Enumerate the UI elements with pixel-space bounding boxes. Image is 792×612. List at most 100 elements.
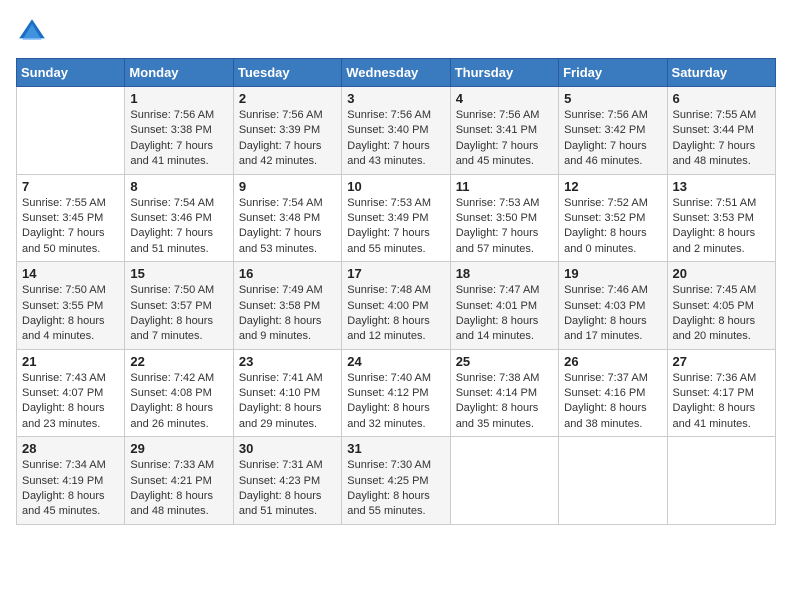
day-number: 21 xyxy=(22,354,119,369)
calendar-week-row: 1 Sunrise: 7:56 AMSunset: 3:38 PMDaylight… xyxy=(17,87,776,175)
day-info: Sunrise: 7:55 AMSunset: 3:44 PMDaylight:… xyxy=(673,108,770,170)
day-info: Sunrise: 7:56 AMSunset: 3:42 PMDaylight:… xyxy=(564,108,661,170)
day-info: Sunrise: 7:50 AMSunset: 3:57 PMDaylight:… xyxy=(130,283,227,345)
day-info: Sunrise: 7:56 AMSunset: 3:40 PMDaylight:… xyxy=(347,108,444,170)
day-number: 16 xyxy=(239,266,336,281)
calendar-cell: 18Sunrise: 7:47 AMSunset: 4:01 PMDayligh… xyxy=(450,262,558,350)
calendar-cell xyxy=(667,437,775,525)
header-day-tuesday: Tuesday xyxy=(233,59,341,87)
day-info: Sunrise: 7:43 AMSunset: 4:07 PMDaylight:… xyxy=(22,371,119,433)
calendar-cell: 24 Sunrise: 7:40 AMSunset: 4:12 PMDayligh… xyxy=(342,349,450,437)
day-number: 5 xyxy=(564,91,661,106)
calendar-cell: 1 Sunrise: 7:56 AMSunset: 3:38 PMDaylight… xyxy=(125,87,233,175)
calendar-cell: 26 Sunrise: 7:37 AMSunset: 4:16 PMDayligh… xyxy=(559,349,667,437)
day-info: Sunrise: 7:48 AMSunset: 4:00 PMDaylight:… xyxy=(347,283,444,345)
day-info: Sunrise: 7:45 AMSunset: 4:05 PMDaylight:… xyxy=(673,283,770,345)
calendar-cell: 3 Sunrise: 7:56 AMSunset: 3:40 PMDaylight… xyxy=(342,87,450,175)
calendar-cell: 12 Sunrise: 7:52 AMSunset: 3:52 PMDayligh… xyxy=(559,174,667,262)
calendar-cell: 9 Sunrise: 7:54 AMSunset: 3:48 PMDaylight… xyxy=(233,174,341,262)
day-number: 31 xyxy=(347,441,444,456)
calendar-week-row: 28 Sunrise: 7:34 AMSunset: 4:19 PMDayligh… xyxy=(17,437,776,525)
calendar-cell: 19 Sunrise: 7:46 AMSunset: 4:03 PMDayligh… xyxy=(559,262,667,350)
day-number: 19 xyxy=(564,266,661,281)
calendar-cell: 30 Sunrise: 7:31 AMSunset: 4:23 PMDayligh… xyxy=(233,437,341,525)
header xyxy=(16,16,776,48)
calendar-cell: 5 Sunrise: 7:56 AMSunset: 3:42 PMDaylight… xyxy=(559,87,667,175)
calendar-cell: 31 Sunrise: 7:30 AMSunset: 4:25 PMDayligh… xyxy=(342,437,450,525)
logo xyxy=(16,16,52,48)
day-info: Sunrise: 7:53 AMSunset: 3:50 PMDaylight:… xyxy=(456,196,553,258)
day-info: Sunrise: 7:31 AMSunset: 4:23 PMDaylight:… xyxy=(239,458,336,520)
day-number: 3 xyxy=(347,91,444,106)
day-info: Sunrise: 7:55 AMSunset: 3:45 PMDaylight:… xyxy=(22,196,119,258)
calendar-cell: 10 Sunrise: 7:53 AMSunset: 3:49 PMDayligh… xyxy=(342,174,450,262)
day-info: Sunrise: 7:49 AMSunset: 3:58 PMDaylight:… xyxy=(239,283,336,345)
header-day-thursday: Thursday xyxy=(450,59,558,87)
day-number: 28 xyxy=(22,441,119,456)
day-number: 2 xyxy=(239,91,336,106)
day-number: 20 xyxy=(673,266,770,281)
calendar-cell: 16 Sunrise: 7:49 AMSunset: 3:58 PMDayligh… xyxy=(233,262,341,350)
day-info: Sunrise: 7:38 AMSunset: 4:14 PMDaylight:… xyxy=(456,371,553,433)
calendar-cell: 7 Sunrise: 7:55 AMSunset: 3:45 PMDaylight… xyxy=(17,174,125,262)
day-number: 15 xyxy=(130,266,227,281)
day-number: 7 xyxy=(22,179,119,194)
day-number: 22 xyxy=(130,354,227,369)
day-info: Sunrise: 7:46 AMSunset: 4:03 PMDaylight:… xyxy=(564,283,661,345)
day-number: 30 xyxy=(239,441,336,456)
calendar-cell xyxy=(450,437,558,525)
calendar-cell: 20 Sunrise: 7:45 AMSunset: 4:05 PMDayligh… xyxy=(667,262,775,350)
calendar-cell: 25Sunrise: 7:38 AMSunset: 4:14 PMDayligh… xyxy=(450,349,558,437)
calendar-cell: 17Sunrise: 7:48 AMSunset: 4:00 PMDayligh… xyxy=(342,262,450,350)
day-info: Sunrise: 7:56 AMSunset: 3:41 PMDaylight:… xyxy=(456,108,553,170)
day-info: Sunrise: 7:30 AMSunset: 4:25 PMDaylight:… xyxy=(347,458,444,520)
day-number: 13 xyxy=(673,179,770,194)
day-number: 8 xyxy=(130,179,227,194)
day-info: Sunrise: 7:34 AMSunset: 4:19 PMDaylight:… xyxy=(22,458,119,520)
day-info: Sunrise: 7:54 AMSunset: 3:48 PMDaylight:… xyxy=(239,196,336,258)
day-info: Sunrise: 7:37 AMSunset: 4:16 PMDaylight:… xyxy=(564,371,661,433)
day-number: 26 xyxy=(564,354,661,369)
day-info: Sunrise: 7:40 AMSunset: 4:12 PMDaylight:… xyxy=(347,371,444,433)
day-info: Sunrise: 7:52 AMSunset: 3:52 PMDaylight:… xyxy=(564,196,661,258)
day-info: Sunrise: 7:51 AMSunset: 3:53 PMDaylight:… xyxy=(673,196,770,258)
calendar-cell: 4 Sunrise: 7:56 AMSunset: 3:41 PMDaylight… xyxy=(450,87,558,175)
day-number: 18 xyxy=(456,266,553,281)
calendar-table: SundayMondayTuesdayWednesdayThursdayFrid… xyxy=(16,58,776,525)
day-number: 27 xyxy=(673,354,770,369)
calendar-cell: 11 Sunrise: 7:53 AMSunset: 3:50 PMDayligh… xyxy=(450,174,558,262)
calendar-week-row: 14Sunrise: 7:50 AMSunset: 3:55 PMDayligh… xyxy=(17,262,776,350)
day-info: Sunrise: 7:53 AMSunset: 3:49 PMDaylight:… xyxy=(347,196,444,258)
header-day-friday: Friday xyxy=(559,59,667,87)
day-number: 12 xyxy=(564,179,661,194)
calendar-cell: 8 Sunrise: 7:54 AMSunset: 3:46 PMDaylight… xyxy=(125,174,233,262)
day-number: 10 xyxy=(347,179,444,194)
calendar-cell: 2 Sunrise: 7:56 AMSunset: 3:39 PMDaylight… xyxy=(233,87,341,175)
calendar-cell: 28 Sunrise: 7:34 AMSunset: 4:19 PMDayligh… xyxy=(17,437,125,525)
day-info: Sunrise: 7:50 AMSunset: 3:55 PMDaylight:… xyxy=(22,283,119,345)
day-info: Sunrise: 7:33 AMSunset: 4:21 PMDaylight:… xyxy=(130,458,227,520)
day-info: Sunrise: 7:56 AMSunset: 3:39 PMDaylight:… xyxy=(239,108,336,170)
day-number: 23 xyxy=(239,354,336,369)
calendar-cell: 13 Sunrise: 7:51 AMSunset: 3:53 PMDayligh… xyxy=(667,174,775,262)
calendar-cell: 29 Sunrise: 7:33 AMSunset: 4:21 PMDayligh… xyxy=(125,437,233,525)
header-day-monday: Monday xyxy=(125,59,233,87)
calendar-header-row: SundayMondayTuesdayWednesdayThursdayFrid… xyxy=(17,59,776,87)
day-info: Sunrise: 7:54 AMSunset: 3:46 PMDaylight:… xyxy=(130,196,227,258)
day-number: 6 xyxy=(673,91,770,106)
day-number: 1 xyxy=(130,91,227,106)
header-day-wednesday: Wednesday xyxy=(342,59,450,87)
day-number: 29 xyxy=(130,441,227,456)
day-number: 24 xyxy=(347,354,444,369)
day-number: 9 xyxy=(239,179,336,194)
day-info: Sunrise: 7:56 AMSunset: 3:38 PMDaylight:… xyxy=(130,108,227,170)
calendar-cell: 21 Sunrise: 7:43 AMSunset: 4:07 PMDayligh… xyxy=(17,349,125,437)
calendar-cell: 23Sunrise: 7:41 AMSunset: 4:10 PMDayligh… xyxy=(233,349,341,437)
day-info: Sunrise: 7:42 AMSunset: 4:08 PMDaylight:… xyxy=(130,371,227,433)
calendar-cell xyxy=(559,437,667,525)
header-day-sunday: Sunday xyxy=(17,59,125,87)
calendar-cell: 22 Sunrise: 7:42 AMSunset: 4:08 PMDayligh… xyxy=(125,349,233,437)
day-number: 4 xyxy=(456,91,553,106)
day-number: 11 xyxy=(456,179,553,194)
calendar-week-row: 7 Sunrise: 7:55 AMSunset: 3:45 PMDaylight… xyxy=(17,174,776,262)
